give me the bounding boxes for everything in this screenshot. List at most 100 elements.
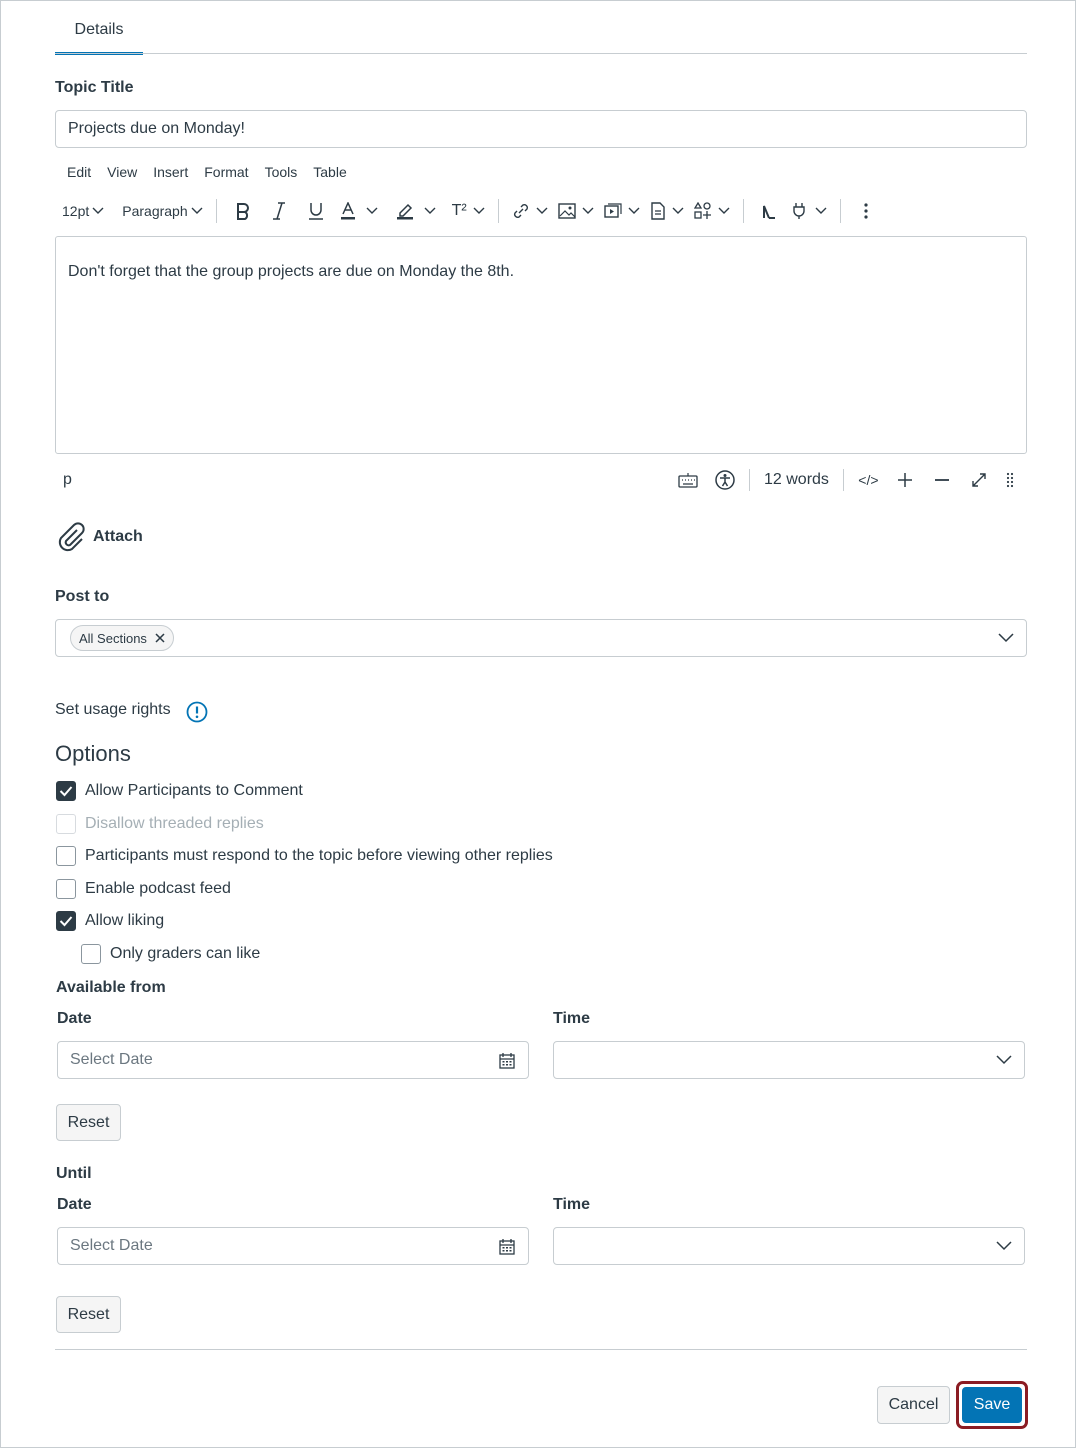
footer-divider [55, 1349, 1027, 1350]
keyboard-shortcuts-button[interactable] [669, 463, 706, 497]
element-path[interactable]: p [63, 471, 72, 489]
chevron-down-icon[interactable] [998, 633, 1014, 643]
checkbox[interactable] [56, 879, 76, 899]
checkbox[interactable] [56, 846, 76, 866]
calendar-icon[interactable] [499, 1239, 515, 1255]
bold-button[interactable] [225, 195, 261, 227]
option-allow-comment[interactable]: Allow Participants to Comment [56, 781, 303, 801]
option-label: Allow liking [85, 912, 165, 929]
chevron-down-icon [996, 1241, 1012, 1251]
option-label: Allow Participants to Comment [85, 782, 303, 799]
text-color-button[interactable] [335, 195, 383, 227]
checkbox[interactable] [56, 781, 76, 801]
available-from-date-input[interactable]: Select Date [57, 1041, 529, 1079]
accessibility-checker-button[interactable] [706, 463, 743, 497]
font-size-value: 12pt [62, 203, 90, 219]
italic-icon [272, 202, 285, 220]
media-icon [604, 203, 622, 218]
checkbox[interactable] [56, 911, 76, 931]
section-chip[interactable]: All Sections [70, 625, 174, 651]
menu-format[interactable]: Format [196, 161, 256, 183]
expand-icon [972, 473, 987, 487]
post-to-label: Post to [55, 588, 110, 605]
paperclip-icon [58, 522, 85, 552]
bold-icon [236, 203, 249, 220]
option-label: Participants must respond to the topic b… [85, 847, 553, 864]
chevron-down-icon [815, 207, 827, 214]
option-podcast-feed[interactable]: Enable podcast feed [56, 879, 231, 899]
available-from-heading: Available from [56, 979, 166, 996]
statusbar-divider [842, 469, 844, 491]
save-button[interactable]: Save [962, 1387, 1022, 1423]
checkbox[interactable] [81, 944, 101, 964]
menu-edit[interactable]: Edit [59, 161, 99, 183]
link-button[interactable] [507, 195, 553, 227]
more-button[interactable] [849, 195, 883, 227]
topic-title-input[interactable]: Projects due on Monday! [55, 110, 1027, 148]
menu-table[interactable]: Table [305, 161, 354, 183]
apps-button[interactable] [786, 195, 832, 227]
chevron-down-icon [92, 207, 104, 214]
date-placeholder: Select Date [70, 1051, 153, 1068]
post-to-select[interactable]: All Sections [55, 619, 1027, 657]
calendar-icon[interactable] [499, 1053, 515, 1069]
chevron-down-icon [718, 207, 730, 214]
tab-details[interactable]: Details [55, 1, 143, 55]
block-format-select[interactable]: Paragraph [117, 195, 207, 227]
zoom-in-button[interactable] [887, 463, 924, 497]
attach-label: Attach [93, 528, 143, 545]
menu-insert[interactable]: Insert [145, 161, 196, 183]
highlight-color-button[interactable] [391, 195, 441, 227]
available-from-reset-button[interactable]: Reset [56, 1104, 121, 1141]
toolbar-divider [839, 199, 841, 223]
option-graders-like[interactable]: Only graders can like [81, 944, 260, 964]
menu-tools[interactable]: Tools [257, 161, 306, 183]
highlighter-icon [396, 203, 413, 220]
until-date-input[interactable]: Select Date [57, 1227, 529, 1265]
page-frame: Details Topic Title Projects due on Mond… [0, 0, 1076, 1448]
option-allow-liking[interactable]: Allow liking [56, 911, 164, 931]
plug-icon [793, 203, 805, 219]
media-button[interactable] [599, 195, 645, 227]
close-icon[interactable] [155, 633, 165, 643]
underline-button[interactable] [297, 195, 335, 227]
chevron-down-icon [536, 207, 548, 214]
until-heading: Until [56, 1165, 92, 1182]
attach-button[interactable]: Attach [55, 521, 143, 553]
font-size-select[interactable]: 12pt [57, 195, 109, 227]
available-from-time-select[interactable] [553, 1041, 1025, 1079]
statusbar-divider [749, 469, 750, 491]
icon-maker-button[interactable] [689, 195, 735, 227]
image-icon [558, 203, 576, 219]
cancel-button[interactable]: Cancel [877, 1386, 950, 1424]
options-heading: Options [55, 741, 131, 766]
menu-view[interactable]: View [99, 161, 145, 183]
toolbar-divider [215, 199, 217, 223]
word-count[interactable]: 12 words [756, 471, 837, 489]
option-disallow-threaded: Disallow threaded replies [56, 814, 264, 834]
until-time-select[interactable] [553, 1227, 1025, 1265]
resize-handle[interactable] [998, 463, 1022, 497]
chevron-down-icon [672, 207, 684, 214]
checkmark-icon [59, 916, 73, 927]
fullscreen-button[interactable] [961, 463, 998, 497]
image-button[interactable] [553, 195, 599, 227]
option-must-respond[interactable]: Participants must respond to the topic b… [56, 846, 553, 866]
superscript-button[interactable]: T² [447, 195, 490, 227]
chevron-down-icon [473, 207, 485, 214]
equation-button[interactable] [752, 195, 786, 227]
chevron-down-icon [424, 207, 436, 214]
available-from-date-label: Date [57, 1010, 92, 1027]
rich-text-editor[interactable]: Don't forget that the group projects are… [55, 236, 1027, 454]
warning-icon[interactable] [186, 701, 208, 723]
document-button[interactable] [645, 195, 689, 227]
date-placeholder: Select Date [70, 1237, 153, 1254]
italic-button[interactable] [261, 195, 297, 227]
zoom-out-button[interactable] [924, 463, 961, 497]
superscript-icon: T² [451, 202, 467, 219]
chevron-down-icon [191, 207, 203, 214]
until-reset-button[interactable]: Reset [56, 1296, 121, 1333]
html-editor-button[interactable]: </> [850, 463, 887, 497]
plus-icon [898, 473, 913, 487]
usage-rights-label: Set usage rights [55, 701, 171, 718]
